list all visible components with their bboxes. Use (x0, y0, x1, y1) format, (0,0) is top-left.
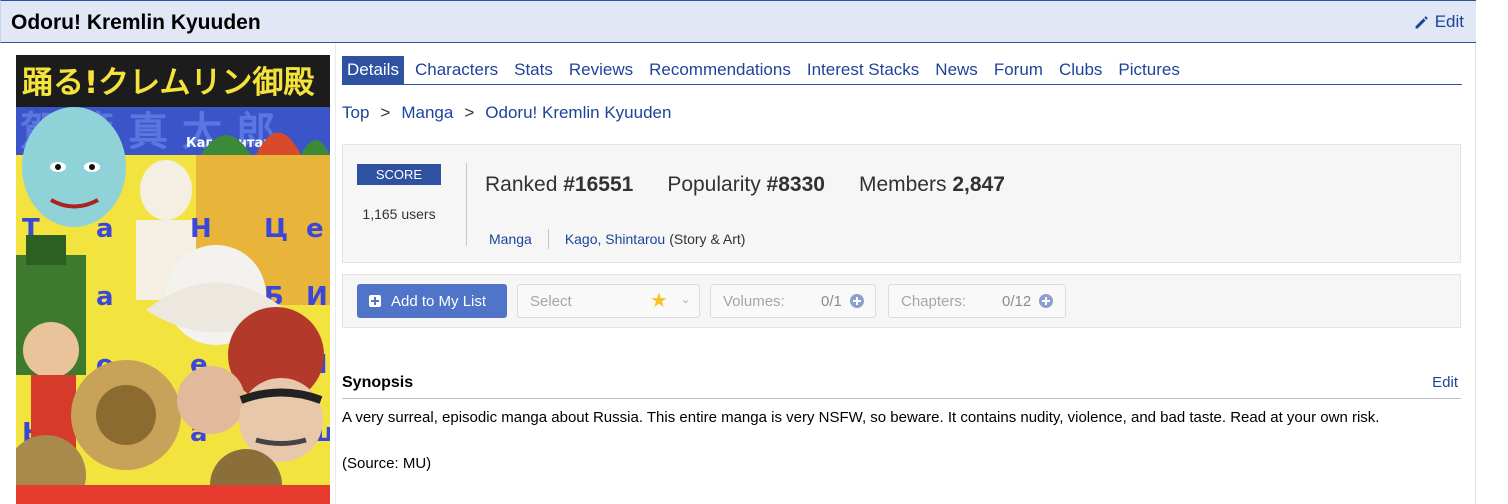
tab-interest-stacks[interactable]: Interest Stacks (802, 56, 924, 84)
breadcrumb-separator: > (464, 103, 475, 122)
info-line: Manga Kago, Shintarou (Story & Art) (489, 229, 745, 249)
chapters-value: 0/12 (1002, 292, 1032, 310)
type-link[interactable]: Manga (489, 231, 532, 247)
popularity-stat[interactable]: Popularity #8330 (667, 173, 825, 197)
ranked-label: Ranked (485, 173, 558, 196)
synopsis-heading: Synopsis (342, 374, 414, 391)
score-users[interactable]: 1,165 users (357, 206, 441, 222)
cover-image[interactable]: 踊る!クレムリン御殿 駕籠真太郎 Кагосинтаро ТаНЦе ВаТБИ… (16, 55, 330, 504)
members-stat[interactable]: Members 2,847 (859, 173, 1005, 197)
breadcrumb-manga[interactable]: Manga (401, 103, 453, 123)
svg-text:Ц: Ц (264, 214, 288, 244)
ranked-stat[interactable]: Ranked #16551 (485, 173, 633, 197)
tab-forum[interactable]: Forum (989, 56, 1048, 84)
chevron-down-icon: ⌄ (681, 294, 691, 306)
svg-text:И: И (306, 282, 328, 312)
plus-icon (369, 295, 381, 307)
svg-text:е: е (306, 214, 324, 244)
pencil-icon (1415, 15, 1428, 28)
breadcrumb: Top > Manga > Odoru! Kremlin Kyuuden (342, 103, 671, 123)
content-border (1475, 43, 1476, 504)
tab-recommendations[interactable]: Recommendations (644, 56, 796, 84)
star-icon: ★ (650, 290, 668, 312)
volumes-field[interactable]: Volumes: 0/1 (710, 284, 876, 318)
tab-news[interactable]: News (930, 56, 983, 84)
page-header: Odoru! Kremlin Kyuuden Edit (0, 0, 1476, 43)
author-role: (Story & Art) (669, 231, 746, 247)
breadcrumb-top[interactable]: Top (342, 103, 369, 123)
add-to-list-label: Add to My List (391, 292, 487, 310)
tab-stats[interactable]: Stats (509, 56, 558, 84)
chapters-increment-icon[interactable] (1039, 294, 1053, 308)
members-value: 2,847 (952, 173, 1005, 196)
synopsis-source: (Source: MU) (342, 455, 432, 472)
breadcrumb-separator: > (380, 103, 391, 122)
tab-bar: Details Characters Stats Reviews Recomme… (342, 56, 1462, 85)
tab-pictures[interactable]: Pictures (1113, 56, 1184, 84)
tab-clubs[interactable]: Clubs (1054, 56, 1107, 84)
rank-line: Ranked #16551 Popularity #8330 Members 2… (485, 173, 1005, 197)
chapters-field[interactable]: Chapters: 0/12 (888, 284, 1066, 318)
synopsis-header: Synopsis Edit (342, 372, 1461, 399)
edit-title-link[interactable]: Edit (1413, 12, 1464, 32)
volumes-increment-icon[interactable] (850, 294, 864, 308)
synopsis-text: A very surreal, episodic manga about Rus… (342, 409, 1380, 426)
author-link[interactable]: Kago, Shintarou (565, 231, 665, 247)
popularity-value: #8330 (766, 173, 825, 196)
column-divider (335, 43, 336, 504)
stats-panel: SCORE 1,165 users Ranked #16551 Populari… (342, 144, 1461, 263)
tab-characters[interactable]: Characters (410, 56, 503, 84)
score-badge: SCORE (357, 164, 441, 185)
members-label: Members (858, 173, 947, 196)
tab-details[interactable]: Details (342, 56, 404, 84)
stats-divider (466, 163, 467, 246)
svg-text:Н: Н (190, 214, 212, 244)
svg-text:а: а (96, 214, 114, 244)
chapters-label: Chapters: (901, 292, 967, 310)
page-title: Odoru! Kremlin Kyuuden (11, 11, 261, 34)
breadcrumb-current[interactable]: Odoru! Kremlin Kyuuden (485, 103, 671, 123)
add-to-list-button[interactable]: Add to My List (357, 284, 507, 318)
volumes-value: 0/1 (821, 292, 842, 310)
cover-title-jp: 踊る!クレムリン御殿 (22, 65, 315, 101)
info-divider (547, 229, 549, 249)
ranked-value: #16551 (563, 173, 634, 196)
edit-title-label: Edit (1434, 12, 1464, 31)
tab-reviews[interactable]: Reviews (564, 56, 638, 84)
synopsis-edit-link[interactable]: Edit (1432, 374, 1458, 391)
svg-text:а: а (96, 282, 114, 312)
popularity-label: Popularity (667, 173, 761, 196)
list-panel: Add to My List Select ★ ⌄ Volumes: 0/1 C… (342, 274, 1461, 328)
volumes-label: Volumes: (723, 292, 785, 310)
score-select-placeholder: Select (530, 292, 572, 310)
cover-illustration: 踊る!クレムリン御殿 駕籠真太郎 Кагосинтаро ТаНЦе ВаТБИ… (16, 55, 330, 504)
score-select[interactable]: Select ★ ⌄ (517, 284, 700, 318)
